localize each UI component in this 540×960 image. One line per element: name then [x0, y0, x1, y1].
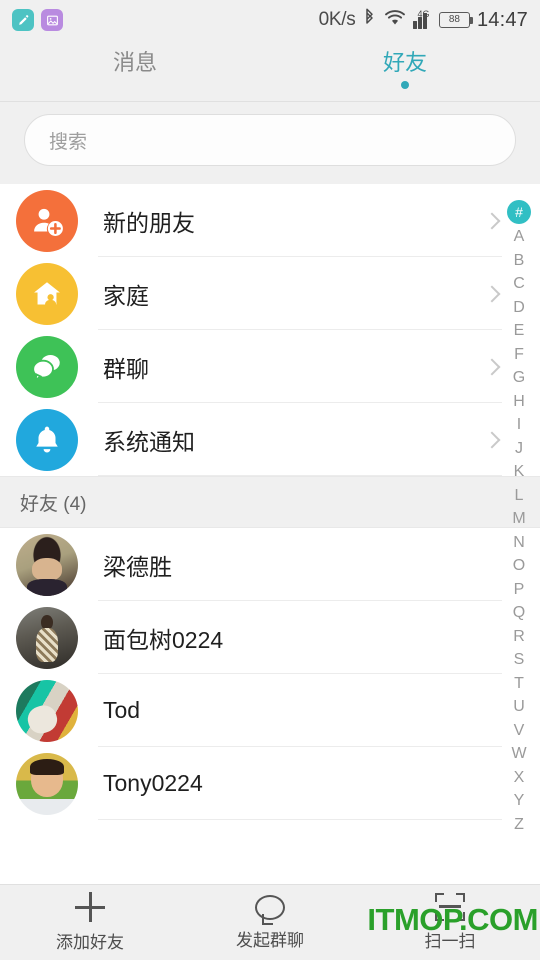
home-icon: [16, 262, 78, 325]
group-chat-icon: [16, 335, 78, 398]
person-add-icon: [16, 189, 78, 252]
list-item-label: 家庭: [103, 282, 149, 309]
clock: 14:47: [476, 8, 528, 31]
pencil-icon: [12, 9, 34, 31]
bluetooth-icon: [362, 8, 377, 33]
index-letter-t[interactable]: T: [506, 672, 532, 696]
list-item-system-notice[interactable]: 系统通知: [0, 403, 540, 476]
friends-section-header: 好友 (4): [0, 476, 540, 528]
signal-bars-icon: 4G: [413, 8, 432, 29]
friends-list: 新的朋友 家庭 群聊 系统通知 好友 (4) 梁德胜 面包树0224 Tod T…: [0, 184, 540, 884]
chat-bubble-icon: [255, 894, 285, 925]
chevron-right-icon: [483, 285, 501, 302]
friends-section-header-label: 好友 (4): [20, 493, 87, 515]
battery-level: 88: [448, 14, 460, 25]
index-letter-k[interactable]: K: [506, 460, 532, 484]
status-bar-left: [12, 9, 63, 31]
index-letter-a[interactable]: A: [506, 225, 532, 249]
tab-friends-indicator: [401, 81, 409, 89]
add-friend-button[interactable]: 添加好友: [0, 885, 180, 960]
friend-row[interactable]: Tony0224: [0, 747, 540, 820]
index-letter-x[interactable]: X: [506, 766, 532, 790]
tab-messages[interactable]: 消息: [0, 40, 270, 101]
chevron-right-icon: [483, 212, 501, 229]
friend-row[interactable]: Tod: [0, 674, 540, 747]
index-letter-e[interactable]: E: [506, 319, 532, 343]
chevron-right-icon: [483, 358, 501, 375]
network-generation-label: 4G: [417, 8, 430, 19]
start-group-chat-label: 发起群聊: [236, 930, 304, 950]
index-letter-w[interactable]: W: [506, 742, 532, 766]
tab-bar: 消息 好友: [0, 40, 540, 102]
index-letter-f[interactable]: F: [506, 343, 532, 367]
image-icon: [41, 9, 63, 31]
index-letter-h[interactable]: H: [506, 390, 532, 414]
avatar: [16, 679, 78, 742]
search-input[interactable]: 搜索: [24, 114, 516, 166]
search-placeholder: 搜索: [49, 131, 88, 153]
index-letter-q[interactable]: Q: [506, 601, 532, 625]
start-group-chat-button[interactable]: 发起群聊: [180, 885, 360, 960]
index-letter-m[interactable]: M: [506, 507, 532, 531]
tab-friends-label: 好友: [382, 50, 427, 75]
friend-row[interactable]: 面包树0224: [0, 601, 540, 674]
index-letter-j[interactable]: J: [506, 437, 532, 461]
battery-icon: 88: [438, 12, 473, 28]
index-letter-n[interactable]: N: [506, 531, 532, 555]
list-item-label: 系统通知: [103, 428, 195, 455]
index-letter-g[interactable]: G: [506, 366, 532, 390]
site-watermark: ITMOP.COM: [367, 902, 538, 937]
wifi-icon: [384, 9, 406, 32]
tab-friends[interactable]: 好友: [270, 40, 540, 101]
index-letter-hash[interactable]: #: [507, 200, 531, 224]
index-letter-r[interactable]: R: [506, 625, 532, 649]
friend-name: Tod: [103, 697, 141, 723]
friend-row[interactable]: 梁德胜: [0, 528, 540, 601]
index-letter-s[interactable]: S: [506, 648, 532, 672]
plus-icon: [75, 892, 105, 922]
add-friend-label: 添加好友: [56, 933, 124, 952]
index-letter-o[interactable]: O: [506, 554, 532, 578]
status-bar: 0K/s 4G 88 14:47: [0, 0, 540, 40]
list-item-group-chat[interactable]: 群聊: [0, 330, 540, 403]
divider: [98, 819, 502, 820]
alphabet-index[interactable]: # A B C D E F G H I J K L M N O P Q R S T U V W X Y Z: [504, 200, 534, 836]
app-screen: 0K/s 4G 88 14:47 消息 好友 搜索 新的朋友 家庭 群聊 系统通…: [0, 0, 540, 960]
search-zone: 搜索: [0, 102, 540, 178]
avatar: [16, 606, 78, 669]
tab-messages-label: 消息: [112, 50, 157, 75]
index-letter-i[interactable]: I: [506, 413, 532, 437]
list-item-new-friends[interactable]: 新的朋友: [0, 184, 540, 257]
index-letter-c[interactable]: C: [506, 272, 532, 296]
list-item-label: 新的朋友: [103, 209, 195, 236]
index-letter-z[interactable]: Z: [506, 813, 532, 837]
status-bar-right: 0K/s 4G 88 14:47: [319, 8, 528, 33]
divider: [98, 475, 502, 476]
avatar: [16, 533, 78, 596]
index-letter-l[interactable]: L: [506, 484, 532, 508]
friend-name: 梁德胜: [103, 553, 172, 580]
index-letter-v[interactable]: V: [506, 719, 532, 743]
chevron-right-icon: [483, 431, 501, 448]
list-item-label: 群聊: [103, 355, 149, 382]
network-speed: 0K/s: [318, 9, 356, 30]
avatar: [16, 752, 78, 815]
index-letter-y[interactable]: Y: [506, 789, 532, 813]
index-letter-u[interactable]: U: [506, 695, 532, 719]
bell-icon: [16, 408, 78, 471]
tab-messages-indicator: [131, 81, 139, 89]
friend-name: Tony0224: [103, 770, 203, 796]
list-item-family[interactable]: 家庭: [0, 257, 540, 330]
friend-name: 面包树0224: [103, 626, 224, 653]
index-letter-d[interactable]: D: [506, 296, 532, 320]
index-letter-b[interactable]: B: [506, 249, 532, 273]
index-letter-p[interactable]: P: [506, 578, 532, 602]
